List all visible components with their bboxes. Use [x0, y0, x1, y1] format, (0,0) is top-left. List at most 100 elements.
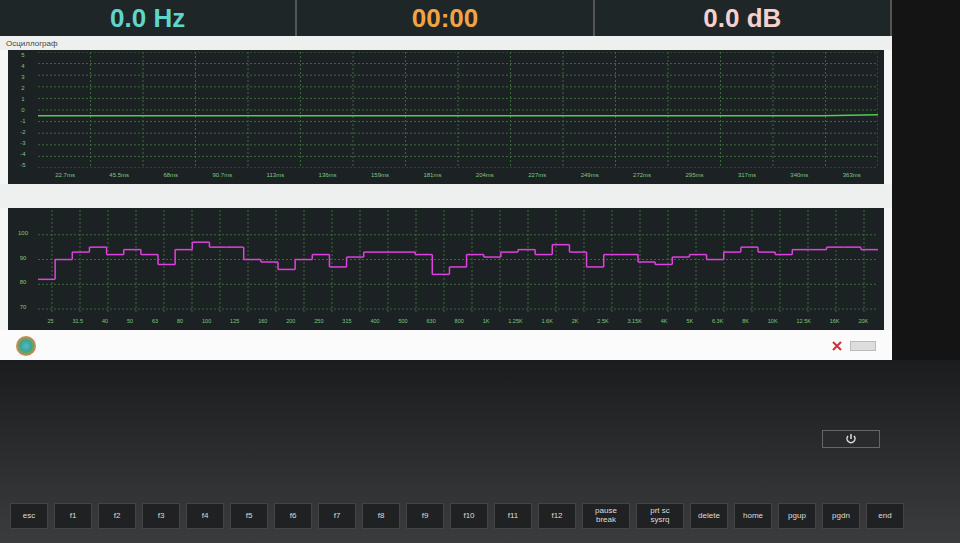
spectrum-step [552, 245, 554, 255]
spectrum-step [329, 255, 331, 267]
spectrum-step [432, 255, 434, 275]
grid-line [143, 52, 144, 168]
grid-line [773, 52, 774, 168]
spectrum-y-axis: 100908070 [8, 210, 38, 310]
spectrum-band [467, 254, 484, 256]
spectrum-band [158, 264, 175, 266]
grid-line [668, 210, 669, 314]
key[interactable]: f4 [186, 503, 224, 529]
spectrum-step [157, 255, 159, 265]
key[interactable]: f1 [54, 503, 92, 529]
y-tick: -3 [20, 140, 25, 146]
spectrum-plot [38, 210, 878, 314]
key[interactable]: f5 [230, 503, 268, 529]
spectrum-x-axis: 2531.54050638010012516020025031540050063… [38, 314, 878, 328]
key[interactable]: f3 [142, 503, 180, 529]
laptop-screen: 0.0 Hz00:000.0 dB Осциллограф 543210-1-2… [0, 0, 892, 360]
spectrum-band [449, 266, 466, 268]
y-tick: -1 [20, 118, 25, 124]
x-tick: 159ms [371, 172, 389, 178]
grid-line [108, 210, 109, 314]
x-tick: 800 [455, 318, 464, 324]
scope-x-axis: 22.7ms45.5ms68ms90.7ms113ms136ms159ms181… [38, 168, 878, 182]
photo-frame: 0.0 Hz00:000.0 dB Осциллограф 543210-1-2… [0, 0, 960, 543]
key[interactable]: delete [690, 503, 728, 529]
close-icon[interactable] [832, 341, 842, 351]
x-tick: 31.5 [72, 318, 83, 324]
waveform-segment [262, 115, 318, 117]
key[interactable]: prt sc sysrq [636, 503, 684, 529]
readout: 0.0 Hz [0, 0, 297, 36]
key[interactable]: home [734, 503, 772, 529]
power-button[interactable] [822, 430, 880, 448]
spectrum-step [603, 255, 605, 267]
waveform-segment [710, 115, 766, 117]
spectrum-step [637, 255, 639, 262]
x-tick: 340ms [790, 172, 808, 178]
x-tick: 200 [286, 318, 295, 324]
grid-line [192, 210, 193, 314]
grid-line [405, 52, 406, 168]
grid-line [458, 52, 459, 168]
y-tick: 4 [21, 63, 24, 69]
grid-line [195, 52, 196, 168]
readout-value: 00:00 [412, 3, 479, 34]
x-tick: 2K [572, 318, 579, 324]
key[interactable]: f6 [274, 503, 312, 529]
separator-bar [0, 184, 892, 208]
keyboard-row: escf1f2f3f4f5f6f7f8f9f10f11f12pause brea… [10, 503, 950, 529]
spectrum-step [72, 252, 74, 259]
x-tick: 25 [47, 318, 53, 324]
spectrum-step [466, 255, 468, 267]
spectrum-band [107, 254, 124, 256]
key[interactable]: f12 [538, 503, 576, 529]
x-tick: 16K [830, 318, 840, 324]
grid-line [304, 210, 305, 314]
x-tick: 12.5K [796, 318, 810, 324]
key[interactable]: end [866, 503, 904, 529]
grid-line [808, 210, 809, 314]
grid-line [90, 52, 91, 168]
x-tick: 363ms [843, 172, 861, 178]
waveform-segment [318, 115, 374, 117]
spectrum-band [55, 259, 72, 261]
spectrum-band [364, 251, 381, 253]
tray-box-icon[interactable] [850, 341, 876, 351]
waveform-segment [374, 115, 430, 117]
grid-line [38, 98, 878, 99]
key[interactable]: f9 [406, 503, 444, 529]
grid-line [563, 52, 564, 168]
y-tick: -2 [20, 129, 25, 135]
key[interactable]: pause break [582, 503, 630, 529]
x-tick: 5K [686, 318, 693, 324]
key[interactable]: esc [10, 503, 48, 529]
spectrum-band [809, 249, 826, 251]
spectrum-band [844, 246, 861, 248]
grid-line [528, 210, 529, 314]
spectrum-band [89, 246, 106, 248]
spectrum-band [518, 249, 535, 251]
spectrum-step [277, 262, 279, 269]
spectrum-band [124, 249, 141, 251]
grid-line [878, 52, 879, 168]
x-tick: 45.5ms [109, 172, 129, 178]
key[interactable]: f8 [362, 503, 400, 529]
grid-line [500, 210, 501, 314]
key[interactable]: f10 [450, 503, 488, 529]
key[interactable]: f11 [494, 503, 532, 529]
tray [832, 341, 876, 351]
x-tick: 113ms [267, 172, 285, 178]
grid-line [248, 52, 249, 168]
spectrum-band [535, 254, 552, 256]
key[interactable]: pgdn [822, 503, 860, 529]
spectrum-band [775, 254, 792, 256]
key[interactable]: pgup [778, 503, 816, 529]
grid-line [864, 210, 865, 314]
waveform-segment [486, 115, 542, 117]
start-orb-icon[interactable] [16, 336, 36, 356]
waveform-segment [94, 115, 150, 117]
grid-line [720, 52, 721, 168]
key[interactable]: f7 [318, 503, 356, 529]
y-tick: 0 [21, 107, 24, 113]
key[interactable]: f2 [98, 503, 136, 529]
